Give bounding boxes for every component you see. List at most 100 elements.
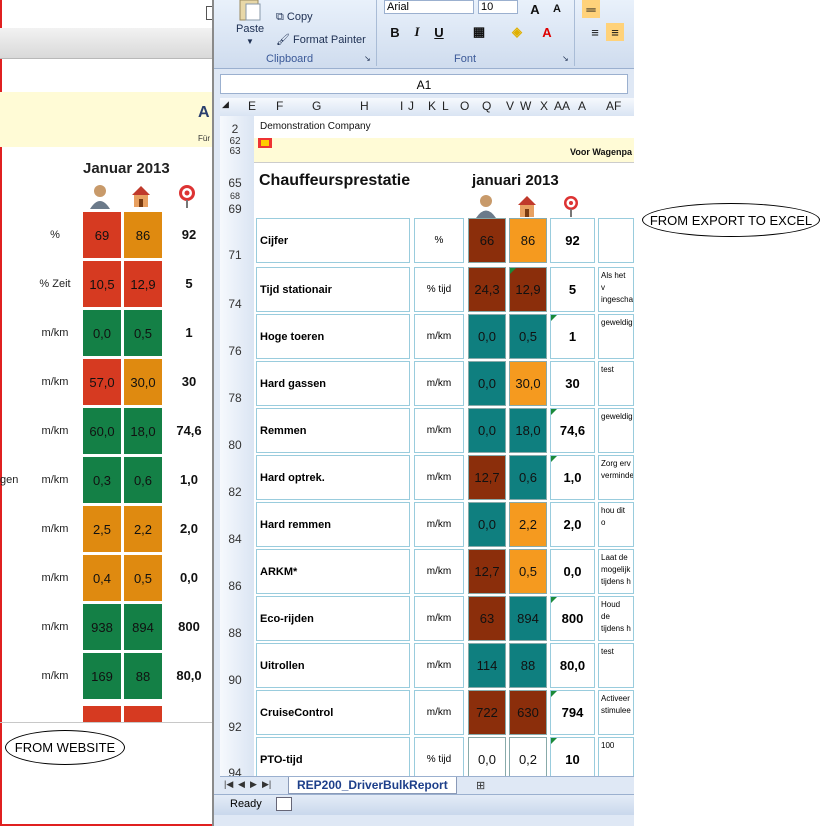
prev-sheet-icon[interactable]: ◀: [238, 779, 245, 790]
column-header[interactable]: Q: [482, 99, 491, 113]
new-sheet-icon[interactable]: ⊞: [476, 779, 485, 792]
excel-row-label[interactable]: CruiseControl: [256, 690, 410, 735]
font-name-box[interactable]: Arial: [384, 0, 474, 14]
excel-comment-cell[interactable]: hou dit o: [598, 502, 634, 547]
column-header[interactable]: AF: [606, 99, 621, 113]
excel-row-unit[interactable]: m/km: [414, 361, 464, 406]
column-header[interactable]: V: [506, 99, 514, 113]
first-sheet-icon[interactable]: |◀: [224, 779, 233, 790]
last-sheet-icon[interactable]: ▶|: [262, 779, 271, 790]
worksheet-grid[interactable]: Demonstration Company Voor Wagenpa Chauf…: [254, 116, 634, 782]
excel-target-cell[interactable]: 1: [550, 314, 595, 359]
excel-row-unit[interactable]: m/km: [414, 455, 464, 500]
paste-icon[interactable]: [236, 0, 266, 22]
column-header[interactable]: G: [312, 99, 321, 113]
excel-fleet-cell[interactable]: 630: [509, 690, 547, 735]
excel-target-cell[interactable]: 74,6: [550, 408, 595, 453]
excel-row-label[interactable]: Hard gassen: [256, 361, 410, 406]
excel-row-unit[interactable]: m/km: [414, 643, 464, 688]
excel-row-unit[interactable]: %: [414, 218, 464, 263]
excel-row-label[interactable]: Eco-rijden: [256, 596, 410, 641]
excel-target-cell[interactable]: 794: [550, 690, 595, 735]
row-number[interactable]: 76: [220, 344, 250, 358]
align-center-icon[interactable]: ≡: [606, 23, 624, 41]
excel-driver-cell[interactable]: 12,7: [468, 455, 506, 500]
row-number[interactable]: 78: [220, 391, 250, 405]
clipboard-launcher-icon[interactable]: ↘: [364, 54, 371, 63]
row-number[interactable]: 69: [220, 202, 250, 216]
column-header[interactable]: I: [400, 99, 403, 113]
align-top-icon[interactable]: ═: [582, 0, 600, 18]
excel-fleet-cell[interactable]: 30,0: [509, 361, 547, 406]
underline-button[interactable]: U: [430, 23, 448, 41]
font-size-box[interactable]: 10: [478, 0, 518, 14]
excel-fleet-cell[interactable]: 86: [509, 218, 547, 263]
row-number[interactable]: 68: [220, 191, 250, 201]
excel-row-label[interactable]: Uitrollen: [256, 643, 410, 688]
paste-button[interactable]: Paste: [236, 23, 264, 35]
excel-comment-cell[interactable]: test: [598, 361, 634, 406]
row-number[interactable]: 82: [220, 485, 250, 499]
align-left-icon[interactable]: ≡: [586, 23, 604, 41]
excel-row-unit[interactable]: % tijd: [414, 267, 464, 312]
row-number[interactable]: 74: [220, 297, 250, 311]
excel-driver-cell[interactable]: 66: [468, 218, 506, 263]
excel-target-cell[interactable]: 80,0: [550, 643, 595, 688]
excel-comment-cell[interactable]: geweldig: [598, 314, 634, 359]
excel-target-cell[interactable]: 1,0: [550, 455, 595, 500]
copy-button[interactable]: ⧉ Copy: [276, 11, 313, 24]
fill-color-icon[interactable]: ◈: [508, 23, 526, 41]
excel-row-label[interactable]: Hard remmen: [256, 502, 410, 547]
border-icon[interactable]: ▦: [470, 23, 488, 41]
excel-comment-cell[interactable]: [598, 218, 634, 263]
excel-comment-cell[interactable]: Activeer stimulee: [598, 690, 634, 735]
row-number[interactable]: 2: [220, 122, 250, 136]
excel-comment-cell[interactable]: test: [598, 643, 634, 688]
paste-dropdown-icon[interactable]: ▼: [246, 37, 254, 46]
row-number[interactable]: 84: [220, 532, 250, 546]
font-color-icon[interactable]: A: [538, 23, 556, 41]
excel-row-label[interactable]: Hoge toeren: [256, 314, 410, 359]
column-header[interactable]: X: [540, 99, 548, 113]
excel-row-unit[interactable]: m/km: [414, 502, 464, 547]
row-number[interactable]: 63: [220, 146, 250, 157]
excel-fleet-cell[interactable]: 88: [509, 643, 547, 688]
excel-comment-cell[interactable]: Zorg erv verminde: [598, 455, 634, 500]
column-header[interactable]: E: [248, 99, 256, 113]
italic-button[interactable]: I: [408, 23, 426, 41]
excel-driver-cell[interactable]: 12,7: [468, 549, 506, 594]
excel-fleet-cell[interactable]: 0,6: [509, 455, 547, 500]
column-header[interactable]: W: [520, 99, 531, 113]
excel-fleet-cell[interactable]: 894: [509, 596, 547, 641]
column-header[interactable]: L: [442, 99, 449, 113]
grow-font-button[interactable]: A: [526, 0, 544, 18]
excel-fleet-cell[interactable]: 0,5: [509, 314, 547, 359]
excel-row-unit[interactable]: m/km: [414, 549, 464, 594]
excel-target-cell[interactable]: 92: [550, 218, 595, 263]
excel-driver-cell[interactable]: 722: [468, 690, 506, 735]
row-number[interactable]: 92: [220, 720, 250, 734]
next-sheet-icon[interactable]: ▶: [250, 779, 257, 790]
row-number[interactable]: 90: [220, 673, 250, 687]
excel-comment-cell[interactable]: geweldig: [598, 408, 634, 453]
column-header[interactable]: A: [578, 99, 586, 113]
excel-driver-cell[interactable]: 0,0: [468, 361, 506, 406]
excel-row-unit[interactable]: m/km: [414, 596, 464, 641]
column-header[interactable]: F: [276, 99, 283, 113]
column-header[interactable]: AA: [554, 99, 570, 113]
formula-bar[interactable]: A1: [220, 74, 628, 94]
excel-target-cell[interactable]: 30: [550, 361, 595, 406]
macro-record-icon[interactable]: [276, 797, 292, 811]
excel-row-label[interactable]: Hard optrek.: [256, 455, 410, 500]
excel-row-unit[interactable]: m/km: [414, 314, 464, 359]
excel-comment-cell[interactable]: Als het v ingescha: [598, 267, 634, 312]
excel-driver-cell[interactable]: 0,0: [468, 314, 506, 359]
excel-comment-cell[interactable]: Laat de mogelijk tijdens h: [598, 549, 634, 594]
excel-fleet-cell[interactable]: 18,0: [509, 408, 547, 453]
row-number[interactable]: 80: [220, 438, 250, 452]
excel-comment-cell[interactable]: Houd de tijdens h: [598, 596, 634, 641]
column-header[interactable]: J: [408, 99, 414, 113]
shrink-font-button[interactable]: A: [548, 0, 566, 18]
row-number[interactable]: 88: [220, 626, 250, 640]
excel-row-unit[interactable]: m/km: [414, 408, 464, 453]
